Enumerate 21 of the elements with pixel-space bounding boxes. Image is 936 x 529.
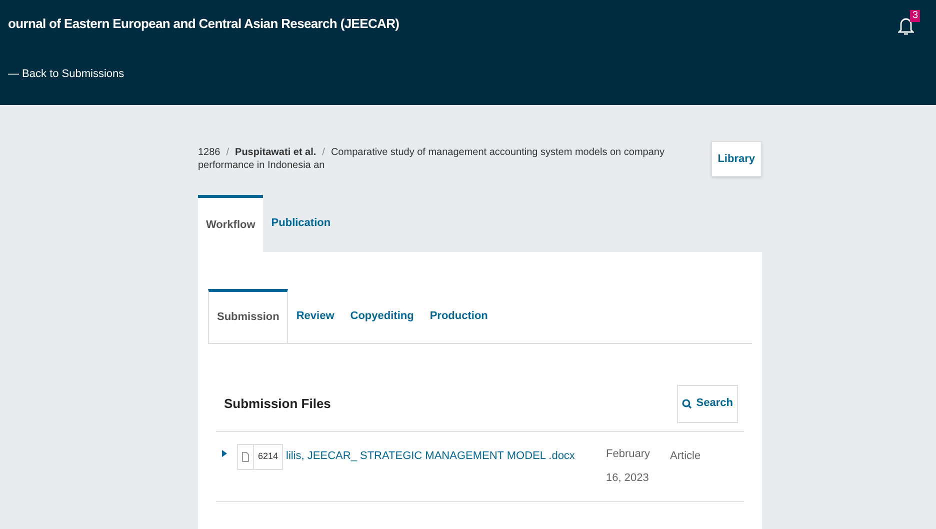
file-type: Article	[670, 449, 701, 464]
stage-tab[interactable]: Submission	[208, 289, 288, 343]
section-heading: Submission Files	[224, 394, 331, 413]
tab[interactable]: Publication	[263, 195, 339, 252]
file-id: 6214	[257, 450, 280, 464]
stage-tab[interactable]: Copyediting	[342, 289, 422, 343]
file-name-link[interactable]: lilis, JEECAR_ STRATEGIC MANAGEMENT MODEL .docx	[286, 448, 596, 464]
stage-tab[interactable]: Production	[422, 289, 496, 343]
journal-title: ournal of Eastern European and Central Asian Research (JEECAR)	[8, 15, 400, 33]
search-button[interactable]: Search	[677, 384, 738, 422]
library-button[interactable]: Library	[710, 141, 762, 177]
search-icon	[682, 398, 692, 408]
back-link[interactable]: — Back to Submissions	[8, 66, 124, 82]
file-date: February 16, 2023	[606, 447, 652, 486]
bell-icon[interactable]	[898, 16, 914, 36]
tab[interactable]: Workflow	[198, 195, 264, 252]
breadcrumb: 1286 / Puspitawati et al. / Comparative study of management accounting system models on company performance in Indonesia an	[198, 146, 666, 172]
caret-right-icon[interactable]	[222, 450, 227, 457]
notification-badge: 3	[910, 10, 920, 22]
document-icon	[242, 452, 249, 462]
stage-tab[interactable]: Review	[288, 289, 342, 343]
